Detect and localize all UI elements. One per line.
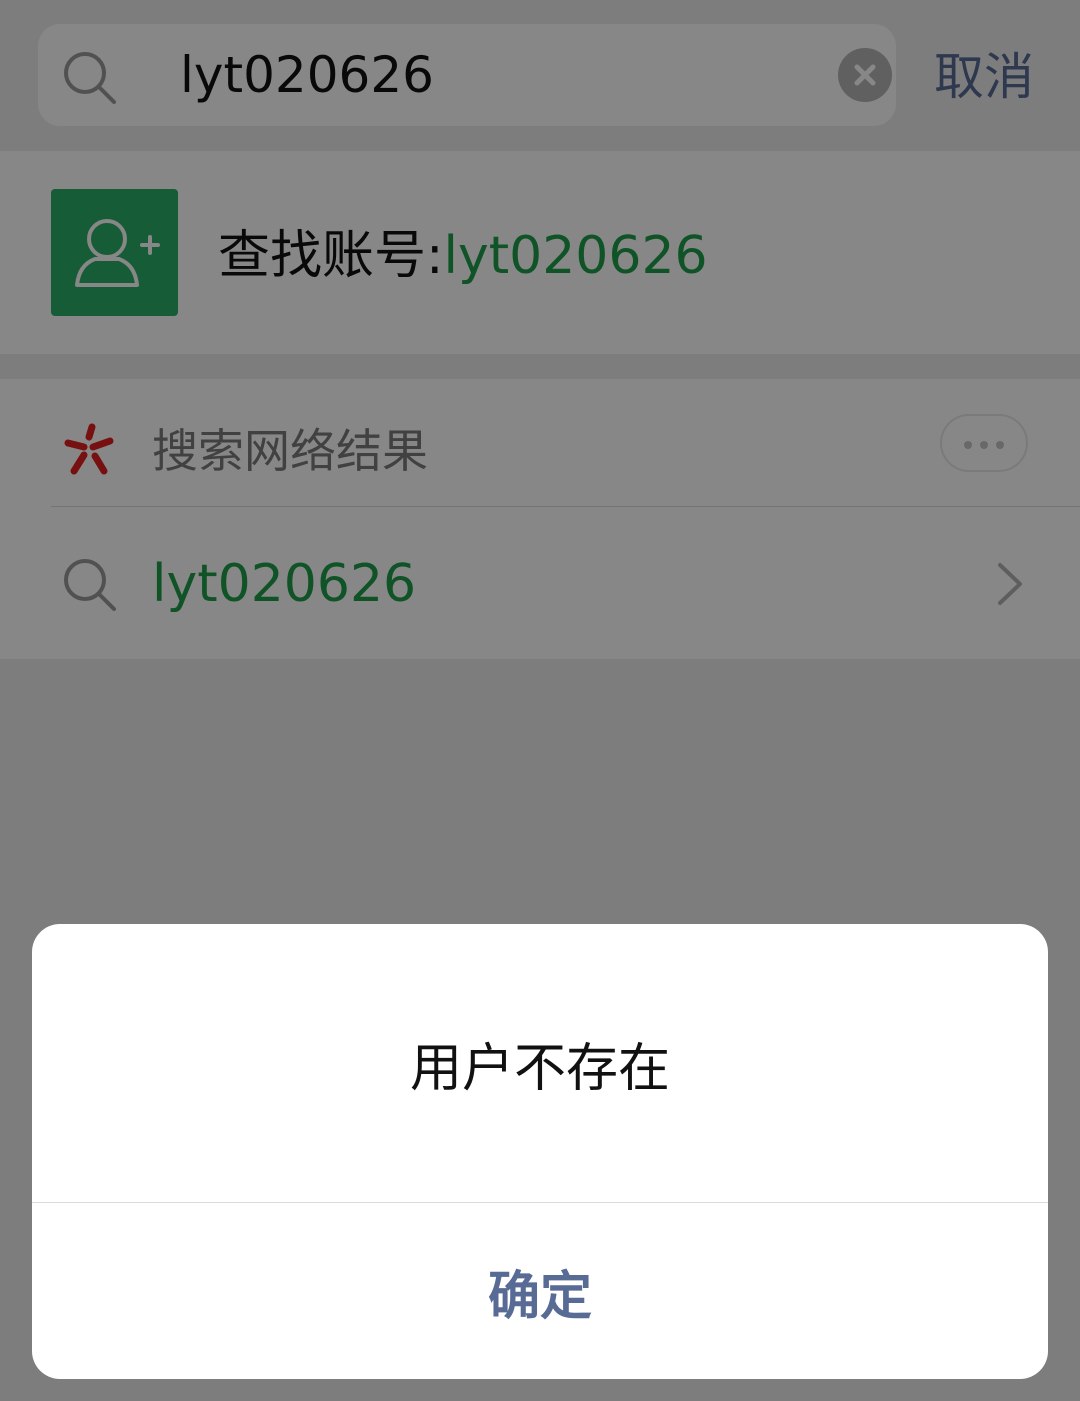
search-page: lyt020626 取消 查找账号:lyt020626 搜索网络结果 lyt02… (0, 0, 1080, 1401)
confirm-button[interactable]: 确定 (32, 1203, 1048, 1379)
alert-dialog: 用户不存在 确定 (32, 924, 1048, 1379)
dialog-message: 用户不存在 (409, 1038, 670, 1099)
